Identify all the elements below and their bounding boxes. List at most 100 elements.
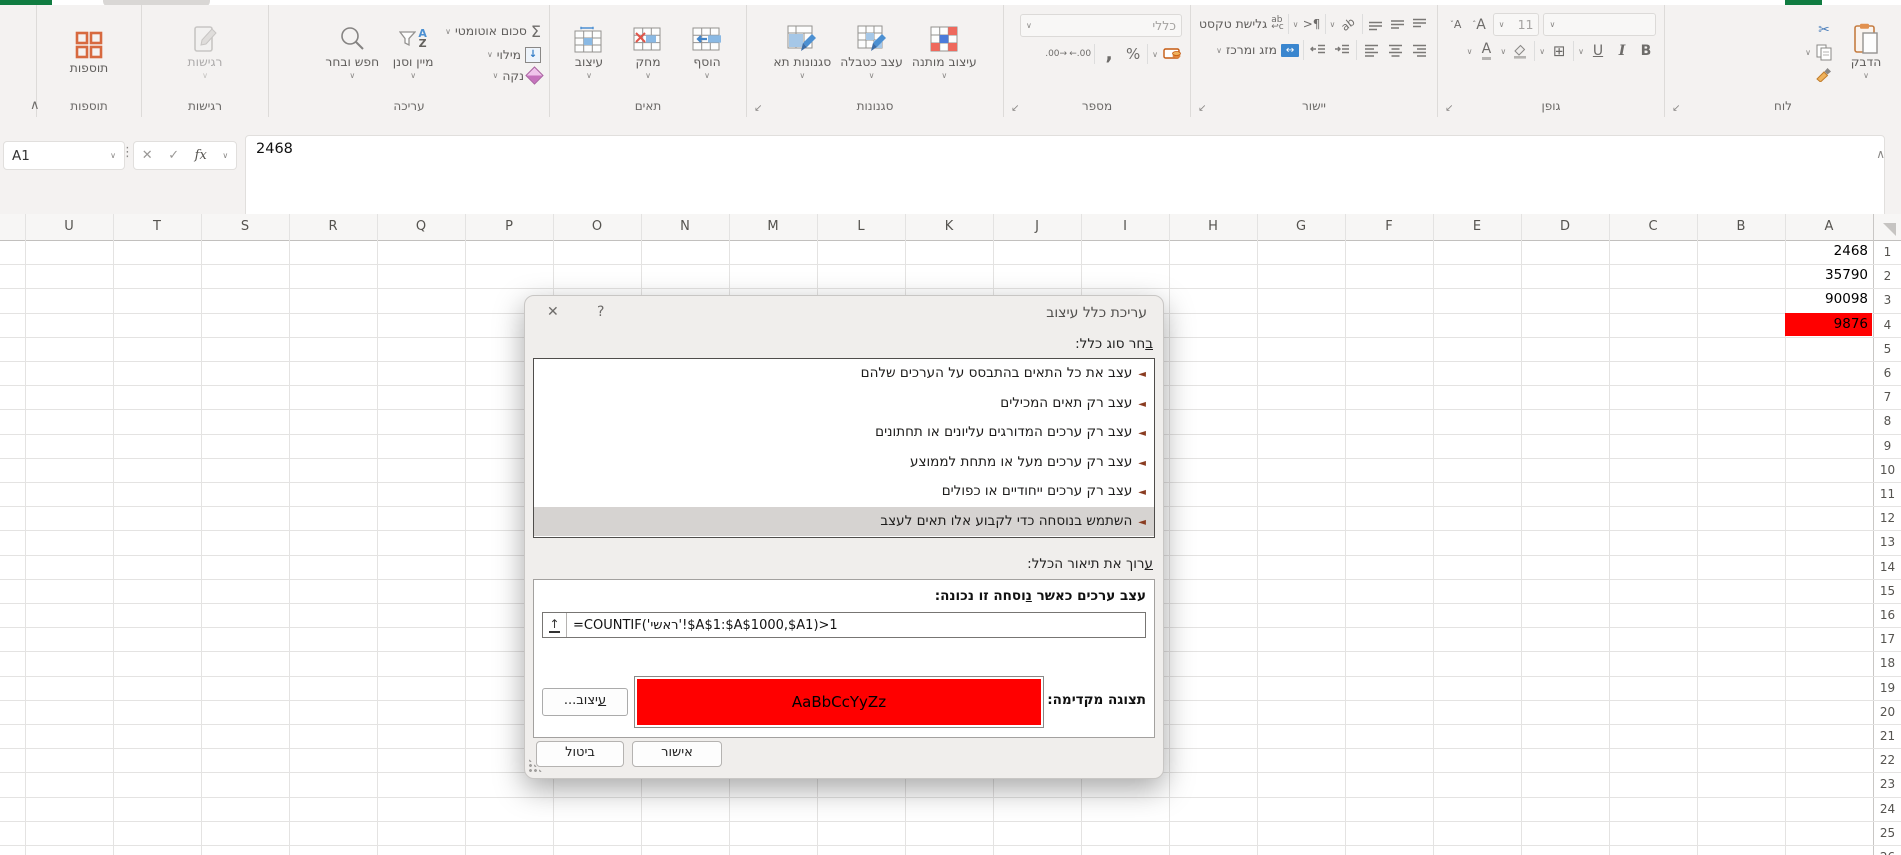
increase-decimal-icon[interactable]: ←.00	[1069, 45, 1091, 64]
row-header-4[interactable]: 4	[1874, 313, 1901, 337]
column-header-L[interactable]: L	[817, 214, 905, 239]
column-header-P[interactable]: P	[465, 214, 553, 239]
range-picker-button[interactable]: ↑	[543, 613, 567, 637]
addins-button[interactable]: תוספות	[62, 27, 116, 78]
column-header-I[interactable]: I	[1081, 214, 1169, 239]
align-center-icon[interactable]	[1385, 41, 1405, 60]
cell-A1[interactable]: 2468	[1785, 240, 1872, 263]
column-header-M[interactable]: M	[729, 214, 817, 239]
rule-formula-input[interactable]	[567, 613, 1145, 637]
dialog-launcher-icon[interactable]: ↙	[754, 104, 762, 114]
format-as-table-button[interactable]: עצב כטבלה ∨	[838, 21, 905, 83]
column-header-A[interactable]: A	[1785, 214, 1873, 239]
column-header-J[interactable]: J	[993, 214, 1081, 239]
cut-icon[interactable]: ✂	[1814, 21, 1834, 40]
cell-A3[interactable]: 90098	[1785, 288, 1872, 311]
row-header-18[interactable]: 18	[1874, 651, 1901, 675]
row-header-23[interactable]: 23	[1874, 772, 1901, 796]
paste-button[interactable]: הדבק ∨	[1839, 21, 1893, 83]
number-format-combo[interactable]: כללי ∨	[1020, 14, 1182, 37]
chevron-down-icon[interactable]: ∨	[1330, 20, 1336, 29]
chevron-down-icon[interactable]: ∨	[1539, 47, 1545, 56]
column-header-S[interactable]: S	[201, 214, 289, 239]
italic-button[interactable]: I	[1612, 42, 1632, 61]
row-header-8[interactable]: 8	[1874, 409, 1901, 433]
row-header-15[interactable]: 15	[1874, 579, 1901, 603]
cancel-entry-icon[interactable]: ✕	[142, 148, 153, 163]
rule-type-item-3[interactable]: ◄ עצב רק ערכים המדורגים עליונים או תחתוני…	[534, 418, 1154, 448]
column-header-C[interactable]: C	[1609, 214, 1697, 239]
percent-style-icon[interactable]: %	[1123, 45, 1143, 64]
underline-button[interactable]: U	[1588, 42, 1608, 61]
row-header-25[interactable]: 25	[1874, 821, 1901, 845]
dialog-launcher-icon[interactable]: ↙	[1198, 104, 1206, 114]
autosum-button[interactable]: Σ סכום אוטומטי ∨	[445, 22, 541, 41]
column-header-Q[interactable]: Q	[377, 214, 465, 239]
row-header-16[interactable]: 16	[1874, 603, 1901, 627]
decrease-decimal-icon[interactable]: .00→	[1045, 45, 1067, 64]
chevron-down-icon[interactable]: ∨	[1467, 47, 1473, 56]
text-direction-icon[interactable]: >¶	[1302, 15, 1321, 34]
row-header-9[interactable]: 9	[1874, 434, 1901, 458]
column-header-T[interactable]: T	[113, 214, 201, 239]
ok-button[interactable]: אישור	[632, 741, 722, 767]
formula-input[interactable]: 2468	[245, 135, 1885, 223]
column-header-U[interactable]: U	[25, 214, 113, 239]
column-header-N[interactable]: N	[641, 214, 729, 239]
row-header-17[interactable]: 17	[1874, 627, 1901, 651]
dialog-launcher-icon[interactable]: ↙	[1011, 104, 1019, 114]
column-header-D[interactable]: D	[1521, 214, 1609, 239]
row-header-20[interactable]: 20	[1874, 700, 1901, 724]
font-color-icon[interactable]: A	[1476, 42, 1496, 61]
row-header-10[interactable]: 10	[1874, 458, 1901, 482]
rule-type-item-5[interactable]: ◄ עצב רק ערכים ייחודיים או כפולים	[534, 477, 1154, 507]
fill-button[interactable]: ↓ מילוי ∨	[487, 46, 541, 63]
chevron-down-icon[interactable]: ∨	[1152, 50, 1158, 59]
row-header-2[interactable]: 2	[1874, 264, 1901, 288]
increase-indent-icon[interactable]	[1332, 41, 1352, 60]
font-name-combo[interactable]: ∨	[1543, 13, 1656, 36]
row-header-12[interactable]: 12	[1874, 506, 1901, 530]
find-select-button[interactable]: חפש ובחר ∨	[323, 21, 381, 83]
row-header-1[interactable]: 1	[1874, 240, 1901, 264]
row-header-26[interactable]: 26	[1874, 845, 1901, 855]
column-header-H[interactable]: H	[1169, 214, 1257, 239]
row-header-3[interactable]: 3	[1874, 288, 1901, 312]
align-left-icon[interactable]	[1361, 41, 1381, 60]
row-header-14[interactable]: 14	[1874, 555, 1901, 579]
row-header-19[interactable]: 19	[1874, 676, 1901, 700]
rule-type-item-4[interactable]: ◄ עצב רק ערכים מעל או מתחת לממוצע	[534, 448, 1154, 478]
merge-center-button[interactable]: ↔ מזג ומרכז ∨	[1216, 43, 1299, 57]
sort-filter-button[interactable]: AZ מיין וסנן ∨	[386, 21, 440, 83]
column-header-G[interactable]: G	[1257, 214, 1345, 239]
chevron-down-icon[interactable]: ∨	[1293, 20, 1299, 29]
select-all-corner[interactable]	[1873, 214, 1900, 239]
dialog-launcher-icon[interactable]: ↙	[1445, 104, 1453, 114]
insert-cells-button[interactable]: הוסף ∨	[680, 21, 734, 83]
align-top-icon[interactable]	[1411, 15, 1429, 34]
bold-button[interactable]: B	[1636, 42, 1656, 61]
chevron-down-icon[interactable]: ∨	[1500, 47, 1506, 56]
row-header-21[interactable]: 21	[1874, 724, 1901, 748]
borders-icon[interactable]: ⊞	[1549, 42, 1569, 61]
name-box[interactable]: A1 ∨	[3, 141, 125, 170]
accounting-format-icon[interactable]	[1162, 45, 1182, 64]
row-header-13[interactable]: 13	[1874, 530, 1901, 554]
collapse-formula-bar-icon[interactable]: ∧	[1876, 147, 1885, 161]
rule-type-item-2[interactable]: ◄ עצב רק תאים המכילים	[534, 389, 1154, 419]
row-header-5[interactable]: 5	[1874, 337, 1901, 361]
sensitivity-button[interactable]: רגישות ∨	[178, 21, 232, 83]
font-size-combo[interactable]: ∨ 11	[1492, 13, 1540, 36]
format-painter-icon[interactable]	[1814, 65, 1834, 84]
format-cells-button[interactable]: עיצוב ∨	[562, 21, 616, 83]
column-header-K[interactable]: K	[905, 214, 993, 239]
confirm-entry-icon[interactable]: ✓	[168, 148, 179, 163]
column-header-E[interactable]: E	[1433, 214, 1521, 239]
collapse-ribbon-icon[interactable]: ∧	[30, 98, 40, 113]
close-icon[interactable]: ✕	[547, 304, 559, 320]
increase-font-icon[interactable]: Aˆ	[1469, 15, 1488, 34]
copy-icon[interactable]	[1814, 43, 1834, 62]
align-middle-icon[interactable]	[1389, 15, 1407, 34]
help-icon[interactable]: ?	[597, 304, 604, 320]
chevron-down-icon[interactable]: ∨	[1578, 47, 1584, 56]
